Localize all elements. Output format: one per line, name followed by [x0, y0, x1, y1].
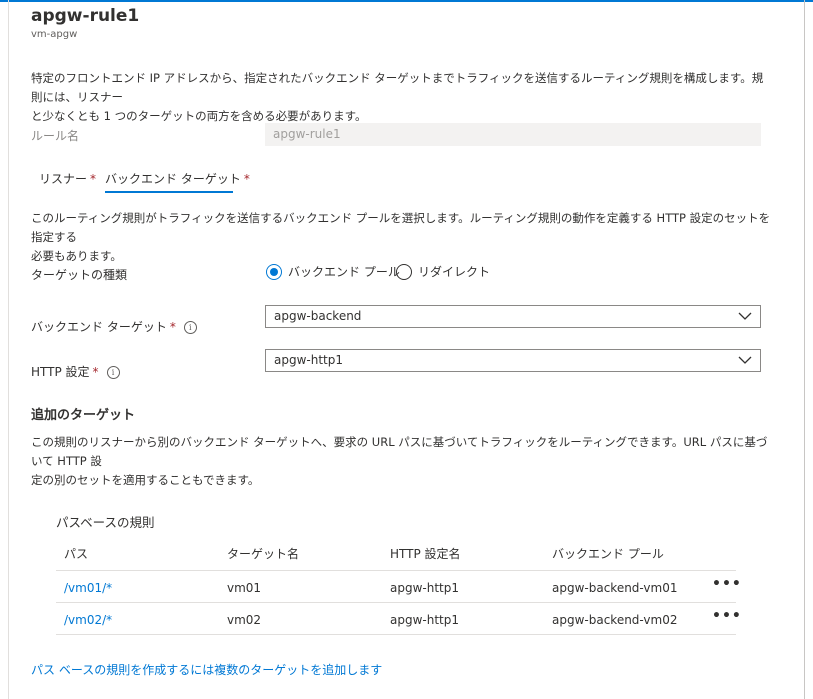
column-header-target: ターゲット名	[227, 547, 300, 561]
radio-backend-pool-label: バックエンド プール	[288, 265, 400, 279]
info-icon[interactable]: i	[183, 321, 197, 334]
rule-name-label: ルール名	[31, 129, 80, 143]
http-setting-label: HTTP 設定 * i	[31, 363, 120, 380]
path-link[interactable]: /vm01/*	[64, 581, 112, 595]
page-title: apgw-rule1	[31, 6, 140, 26]
backend-pool-name: apgw-backend-vm02	[552, 613, 678, 627]
intro-description: 特定のフロントエンド IP アドレスから、指定されたバックエンド ターゲットまで…	[31, 69, 771, 126]
column-header-http: HTTP 設定名	[390, 547, 461, 561]
target-name: vm01	[227, 581, 262, 595]
required-mark: *	[243, 172, 250, 186]
left-border	[8, 0, 9, 699]
backend-target-label: バックエンド ターゲット * i	[31, 318, 197, 335]
backend-target-value: apgw-backend	[274, 309, 362, 323]
backend-target-dropdown[interactable]: apgw-backend	[265, 305, 761, 328]
radio-redirect-label: リダイレクト	[418, 265, 491, 279]
backend-description: このルーティング規則がトラフィックを送信するバックエンド プールを選択します。ル…	[31, 209, 771, 266]
radio-backend-pool[interactable]: バックエンド プール	[266, 263, 400, 280]
add-multiple-targets-link[interactable]: パス ベースの規則を作成するには複数のターゲットを追加します	[31, 661, 382, 678]
target-type-label: ターゲットの種類	[31, 268, 128, 282]
tab-backend-target[interactable]: バックエンド ターゲット *	[105, 170, 250, 187]
more-options-icon[interactable]: •••	[712, 576, 742, 592]
additional-description: この規則のリスナーから別のバックエンド ターゲットへ、要求の URL パスに基づ…	[31, 433, 771, 490]
http-setting-value: apgw-http1	[274, 353, 343, 367]
required-mark: *	[92, 365, 99, 379]
rule-name-input: apgw-rule1	[265, 123, 761, 146]
page-subtitle: vm-apgw	[31, 29, 78, 40]
active-tab-indicator	[105, 191, 233, 193]
additional-desc-line-1: この規則のリスナーから別のバックエンド ターゲットへ、要求の URL パスに基づ…	[31, 435, 768, 468]
tab-backend-target-label: バックエンド ターゲット	[105, 172, 241, 186]
column-header-path: パス	[64, 547, 89, 561]
info-icon[interactable]: i	[106, 366, 120, 379]
column-header-pool: バックエンド プール	[552, 547, 664, 561]
more-options-icon[interactable]: •••	[712, 608, 742, 624]
row-divider	[56, 634, 736, 635]
required-mark: *	[90, 172, 97, 186]
required-mark: *	[169, 320, 176, 334]
path-rules-title: パスベースの規則	[56, 515, 155, 530]
table-header-divider	[56, 570, 736, 571]
row-divider	[56, 602, 736, 603]
target-name: vm02	[227, 613, 262, 627]
backend-desc-line-1: このルーティング規則がトラフィックを送信するバックエンド プールを選択します。ル…	[31, 211, 771, 244]
http-setting-name: apgw-http1	[390, 613, 459, 627]
additional-targets-title: 追加のターゲット	[31, 408, 136, 423]
backend-pool-name: apgw-backend-vm01	[552, 581, 678, 595]
additional-desc-line-2: 定の別のセットを適用することもできます。	[31, 473, 260, 487]
scrollbar-track[interactable]	[804, 0, 805, 699]
radio-checked-icon[interactable]	[266, 263, 282, 280]
path-link[interactable]: /vm02/*	[64, 613, 112, 627]
chevron-down-icon	[738, 356, 752, 364]
radio-unchecked-icon[interactable]	[396, 263, 412, 280]
intro-line-1: 特定のフロントエンド IP アドレスから、指定されたバックエンド ターゲットまで…	[31, 71, 764, 104]
radio-redirect[interactable]: リダイレクト	[396, 263, 490, 280]
backend-target-label-text: バックエンド ターゲット	[31, 320, 167, 334]
top-accent-bar	[0, 0, 813, 2]
tab-listener-label: リスナー	[39, 172, 88, 186]
http-setting-dropdown[interactable]: apgw-http1	[265, 349, 761, 372]
tab-listener[interactable]: リスナー *	[39, 170, 96, 187]
http-setting-label-text: HTTP 設定	[31, 365, 90, 379]
chevron-down-icon	[738, 312, 752, 320]
http-setting-name: apgw-http1	[390, 581, 459, 595]
